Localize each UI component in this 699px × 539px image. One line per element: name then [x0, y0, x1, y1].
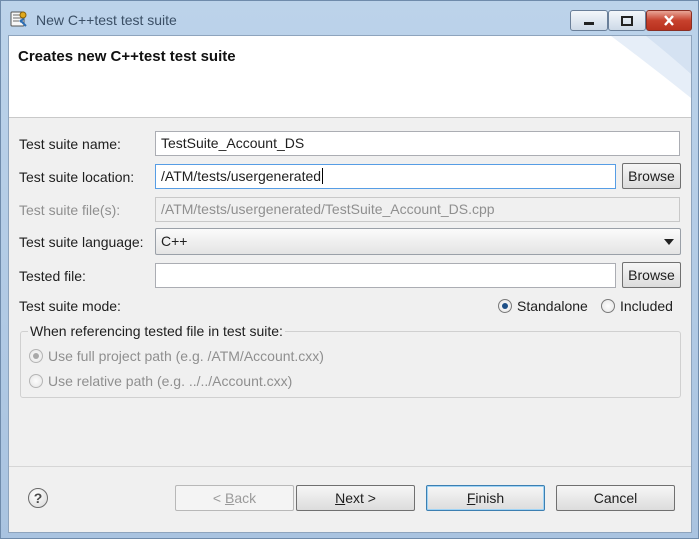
next-label-rest: ext > [345, 490, 376, 506]
test-suite-name-label: Test suite name: [19, 136, 121, 152]
mode-standalone-label[interactable]: Standalone [517, 298, 588, 314]
text-caret [322, 168, 324, 184]
maximize-button[interactable] [608, 10, 646, 31]
browse-tested-file-button[interactable]: Browse [622, 262, 681, 288]
tested-file-input[interactable] [155, 263, 616, 288]
banner-decoration [611, 36, 691, 98]
mode-included-radio[interactable] [601, 299, 615, 313]
next-button[interactable]: Next > [296, 485, 415, 511]
help-icon[interactable]: ? [28, 488, 48, 508]
minimize-button[interactable] [570, 10, 608, 31]
location-value: /ATM/tests/usergenerated [161, 168, 322, 184]
close-icon [664, 15, 674, 26]
reference-path-group-legend: When referencing tested file in test sui… [28, 323, 285, 339]
relative-path-label: Use relative path (e.g. ../../Account.cx… [48, 373, 293, 389]
browse-location-button[interactable]: Browse [622, 163, 681, 189]
back-label-rest: ack [234, 490, 257, 506]
cancel-button[interactable]: Cancel [556, 485, 675, 511]
title-bar[interactable]: New C++test test suite [1, 1, 698, 35]
full-path-label: Use full project path (e.g. /ATM/Account… [48, 348, 324, 364]
dialog-client-area: Creates new C++test test suite Test suit… [8, 35, 692, 533]
footer-divider [9, 466, 691, 467]
test-suite-name-input[interactable]: TestSuite_Account_DS [155, 131, 680, 156]
close-button[interactable] [646, 10, 692, 31]
test-suite-file-label: Test suite file(s): [19, 202, 121, 218]
mode-standalone-radio[interactable] [498, 299, 512, 313]
maximize-icon [621, 15, 633, 26]
test-suite-language-select[interactable]: C++ [155, 228, 681, 255]
next-mnemonic: N [335, 490, 346, 506]
test-suite-file-input: /ATM/tests/usergenerated/TestSuite_Accou… [155, 197, 680, 222]
window-title: New C++test test suite [36, 12, 177, 28]
language-selected-value: C++ [161, 233, 188, 249]
test-suite-mode-label: Test suite mode: [19, 298, 121, 314]
back-prefix: < [212, 490, 225, 506]
wizard-banner: Creates new C++test test suite [9, 36, 691, 118]
minimize-icon [584, 21, 594, 25]
page-title: Creates new C++test test suite [18, 48, 236, 65]
app-icon [10, 11, 27, 27]
finish-button[interactable]: Finish [426, 485, 545, 511]
finish-label-rest: inish [475, 490, 505, 506]
test-suite-language-label: Test suite language: [19, 234, 144, 250]
test-suite-location-label: Test suite location: [19, 169, 135, 185]
reference-path-group: When referencing tested file in test sui… [20, 323, 681, 398]
test-suite-location-input[interactable]: /ATM/tests/usergenerated [155, 164, 616, 189]
back-mnemonic: B [224, 490, 235, 506]
relative-path-radio [29, 374, 43, 388]
back-button: < Back [175, 485, 294, 511]
full-path-radio [29, 349, 43, 363]
chevron-down-icon [664, 239, 674, 245]
mode-included-label[interactable]: Included [620, 298, 673, 314]
dialog-window: New C++test test suite Creates new C++te… [0, 0, 699, 539]
tested-file-label: Tested file: [19, 268, 86, 284]
